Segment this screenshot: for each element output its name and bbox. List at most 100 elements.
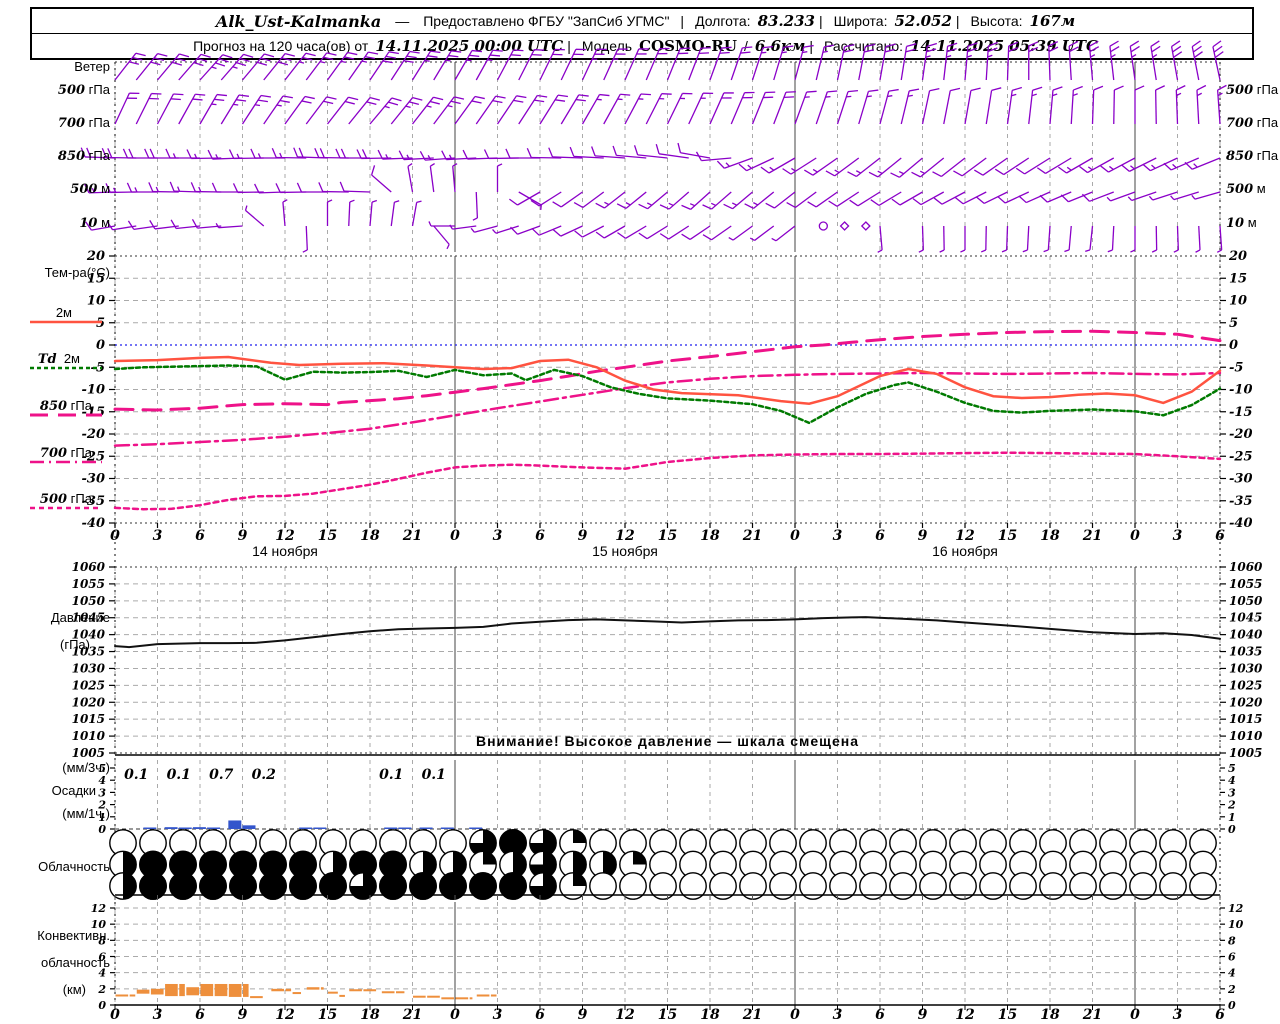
wind-barb-half-feather — [426, 105, 432, 108]
wind-barb-half-feather — [802, 51, 808, 54]
temp-panel-title: Тем-ра(°C) — [44, 265, 110, 280]
date-label: 16 ноября — [932, 543, 998, 559]
wind-barb-feather — [471, 100, 482, 104]
hour-label: 6 — [535, 528, 545, 544]
wind-barb-half-feather — [747, 164, 752, 169]
wind-barb-feather — [534, 99, 545, 103]
pressure-axis-label-right: 1010 — [1229, 729, 1263, 743]
wind-barb-feather — [238, 94, 250, 97]
wind-barb-half-feather — [1130, 165, 1135, 170]
pressure-axis-label-right: 1040 — [1229, 628, 1263, 642]
wind-barb-feather — [275, 183, 281, 193]
wind-barb-feather — [366, 101, 377, 106]
precip-bar — [143, 827, 157, 829]
hour-label-bottom: 9 — [918, 1007, 928, 1023]
precip-bar — [178, 827, 192, 829]
wind-barb-feather — [1184, 161, 1193, 170]
conv-axis-label-right: 8 — [1228, 934, 1236, 947]
wind-barb-feather — [804, 169, 814, 176]
convective-cloud-bar — [306, 987, 320, 990]
wind-barb-half-feather — [492, 229, 497, 234]
wind-barb-half-feather — [1066, 166, 1072, 171]
wind-barb-feather — [347, 51, 358, 56]
legend-line-td2m — [30, 366, 102, 370]
wind-barb-feather — [534, 49, 545, 51]
wind-barb-feather — [218, 58, 229, 63]
wind-barb-feather — [257, 61, 268, 66]
wind-barb-feather — [1130, 45, 1140, 53]
wind-barb-feather — [1193, 51, 1203, 58]
pressure-axis-label-left: 1050 — [72, 594, 106, 608]
wind-barb-shaft — [877, 157, 902, 178]
wind-barb-feather — [765, 202, 775, 209]
legend-line-2m — [30, 320, 102, 324]
wind-barb-feather — [927, 42, 938, 47]
wind-barb-feather — [803, 44, 814, 48]
wind-barb-half-feather — [1064, 249, 1070, 253]
wind-barb-half-feather — [1109, 165, 1114, 171]
wind-barb-half-feather — [384, 105, 390, 109]
wind-barb-shaft — [475, 191, 479, 219]
hour-label-bottom: 9 — [238, 1007, 248, 1023]
wind-barb-half-feather — [625, 202, 631, 206]
wind-barb-feather — [369, 96, 380, 101]
wind-barb-feather — [865, 43, 876, 48]
wind-barb-feather — [260, 94, 271, 98]
wind-barb-feather — [1191, 40, 1201, 48]
wind-barb-feather — [555, 99, 566, 102]
convective-cloud-bar — [186, 987, 199, 996]
hour-label-bottom: 21 — [1082, 1007, 1102, 1023]
precip-bar — [207, 827, 221, 829]
wind-barb-shaft — [452, 225, 477, 230]
wind-barb-feather — [193, 62, 204, 67]
precip-title: Осадки — [51, 783, 96, 798]
temp-axis-label-left: -40 — [82, 516, 106, 531]
wind-barb-feather — [1173, 51, 1183, 58]
wind-barb-half-feather — [1043, 249, 1049, 253]
wind-barb-half-feather — [960, 249, 966, 253]
wind-barb-feather — [175, 57, 186, 62]
wind-level-500m: 500 м — [70, 181, 110, 197]
wind-barb-half-feather — [1193, 163, 1198, 168]
temp-axis-label-right: 10 — [1229, 294, 1247, 309]
wind-barb-shaft — [961, 157, 987, 177]
wind-barb-half-feather — [907, 94, 913, 97]
precip-axis-label-right: 5 — [1228, 762, 1236, 775]
convective-cloud-bar — [115, 994, 129, 997]
wind-barb-feather — [1048, 41, 1059, 47]
wind-barb-feather — [827, 90, 838, 93]
temp-axis-label-left: 20 — [86, 249, 105, 264]
wind-barb-feather — [531, 53, 542, 56]
wind-barb-shaft — [343, 190, 371, 193]
wind-barb-feather — [1068, 40, 1079, 47]
wind-barb-shaft — [920, 157, 945, 178]
hour-label: 0 — [450, 528, 460, 544]
wind-barb-feather — [197, 57, 208, 63]
wind-barb-half-feather — [1022, 249, 1028, 253]
wind-barb-feather — [1214, 51, 1224, 59]
hour-label-bottom: 21 — [402, 1007, 422, 1023]
precip-bar — [398, 827, 412, 829]
wind-barb-half-feather — [427, 154, 432, 161]
wind-barb-feather — [970, 87, 981, 92]
convective-cloud-bar — [129, 994, 136, 997]
wind-barb-shaft — [775, 225, 796, 242]
wind-barb-half-feather — [769, 166, 775, 171]
wind-barb-half-feather — [211, 66, 217, 70]
wind-barb-shaft — [899, 157, 923, 178]
wind-barb-feather — [326, 96, 337, 100]
wind-barb-half-feather — [447, 104, 453, 108]
pressure-axis-label-right: 1050 — [1229, 594, 1263, 608]
wind-barb-feather — [513, 99, 524, 103]
wind-barb-half-feather — [887, 95, 893, 98]
wind-barb-feather — [318, 182, 324, 192]
wind-barb-feather — [677, 142, 682, 153]
wind-barb-feather — [1079, 166, 1088, 174]
wind-barb-feather — [1028, 41, 1039, 47]
temp-axis-label-right: 5 — [1229, 316, 1238, 331]
temp-axis-label-right: 20 — [1228, 249, 1247, 264]
temp-axis-label-right: -40 — [1229, 516, 1253, 531]
wind-barb-feather — [723, 203, 733, 210]
precip-bar — [299, 827, 313, 829]
wind-barb-feather — [165, 148, 171, 159]
